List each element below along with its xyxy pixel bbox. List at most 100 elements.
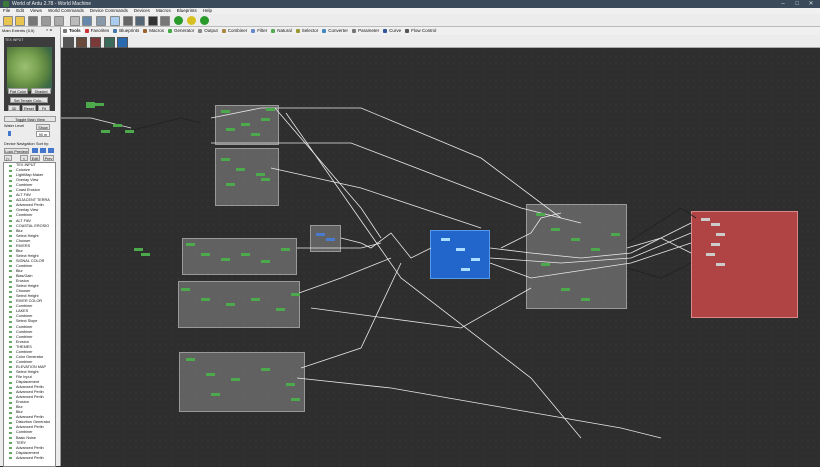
save-as-icon[interactable] bbox=[41, 16, 51, 26]
device-node[interactable] bbox=[261, 368, 270, 371]
device-tool-icon-5[interactable] bbox=[117, 37, 128, 48]
device-node[interactable] bbox=[541, 263, 550, 266]
device-node[interactable] bbox=[251, 133, 260, 136]
device-node[interactable] bbox=[261, 118, 270, 121]
set-terrain-button[interactable]: Set Terrain Colo... bbox=[10, 97, 48, 103]
lock-preview-button[interactable]: Lock Preview bbox=[4, 148, 29, 154]
tab-favorites[interactable]: Favorites bbox=[83, 27, 112, 35]
list-item[interactable]: Advanced Perlin bbox=[4, 456, 55, 461]
device-node[interactable] bbox=[236, 168, 245, 171]
device-node[interactable] bbox=[716, 263, 725, 266]
device-node[interactable] bbox=[181, 288, 190, 291]
render-icon[interactable] bbox=[148, 16, 158, 26]
tab-tools[interactable]: Tools bbox=[61, 27, 83, 35]
device-node[interactable] bbox=[251, 298, 260, 301]
close-icon[interactable]: ✕ bbox=[804, 0, 818, 8]
tab-macros[interactable]: Macros bbox=[141, 27, 166, 35]
device-node[interactable] bbox=[226, 128, 235, 131]
device-node[interactable] bbox=[291, 293, 300, 296]
device-node[interactable] bbox=[101, 130, 110, 133]
tab-generator[interactable]: Generator bbox=[166, 27, 196, 35]
view-3d-button[interactable]: 3D bbox=[8, 105, 20, 111]
explorer-view-icon[interactable] bbox=[123, 16, 133, 26]
sort-icon-3[interactable] bbox=[48, 148, 54, 153]
water-slider[interactable] bbox=[8, 131, 11, 136]
sort-icon-1[interactable] bbox=[32, 148, 38, 153]
device-node[interactable] bbox=[551, 228, 560, 231]
nav-edit-button[interactable]: Edit bbox=[30, 155, 40, 161]
device-node[interactable] bbox=[134, 248, 143, 251]
build-green-icon[interactable] bbox=[174, 16, 183, 25]
tab-parameter[interactable]: Parameter bbox=[350, 27, 381, 35]
device-node[interactable] bbox=[536, 213, 545, 216]
device-node[interactable] bbox=[141, 253, 150, 256]
export-icon[interactable] bbox=[54, 16, 64, 26]
device-node[interactable] bbox=[716, 233, 725, 236]
device-node[interactable] bbox=[281, 248, 290, 251]
device-node[interactable] bbox=[711, 243, 720, 246]
device-node[interactable] bbox=[706, 253, 715, 256]
open-folder-icon[interactable] bbox=[15, 16, 25, 26]
tab-selector[interactable]: Selector bbox=[294, 27, 321, 35]
device-node[interactable] bbox=[201, 253, 210, 256]
water-value-field[interactable]: 90 m bbox=[36, 131, 50, 137]
device-node[interactable] bbox=[226, 183, 235, 186]
device-node[interactable] bbox=[261, 178, 270, 181]
device-node[interactable] bbox=[241, 123, 250, 126]
device-node[interactable] bbox=[221, 110, 230, 113]
device-node[interactable] bbox=[201, 298, 210, 301]
device-node[interactable] bbox=[86, 105, 95, 108]
maximize-icon[interactable]: □ bbox=[790, 0, 804, 8]
device-node[interactable] bbox=[266, 108, 275, 111]
tab-natural[interactable]: Natural bbox=[269, 27, 294, 35]
new-file-icon[interactable] bbox=[3, 16, 13, 26]
device-node[interactable] bbox=[701, 218, 710, 221]
device-tool-icon-1[interactable] bbox=[63, 37, 74, 48]
device-node[interactable] bbox=[241, 253, 250, 256]
device-node[interactable] bbox=[261, 260, 270, 263]
device-node[interactable] bbox=[561, 288, 570, 291]
build-full-icon[interactable] bbox=[200, 16, 209, 25]
device-node[interactable] bbox=[256, 173, 265, 176]
device-node[interactable] bbox=[206, 373, 215, 376]
world-settings-icon[interactable] bbox=[70, 16, 80, 26]
nav-first-button[interactable]: |< bbox=[4, 155, 12, 161]
device-node[interactable] bbox=[571, 238, 580, 241]
minimize-icon[interactable]: – bbox=[776, 0, 790, 8]
device-node[interactable] bbox=[291, 398, 300, 401]
device-node[interactable] bbox=[471, 258, 480, 261]
device-node[interactable] bbox=[456, 248, 465, 251]
device-tool-icon-2[interactable] bbox=[76, 37, 87, 48]
device-node[interactable] bbox=[711, 223, 720, 226]
device-node[interactable] bbox=[276, 308, 285, 311]
device-node[interactable] bbox=[591, 248, 600, 251]
shaded-button[interactable]: Shaded bbox=[31, 88, 51, 94]
device-tool-icon-3[interactable] bbox=[90, 37, 101, 48]
device-node[interactable] bbox=[86, 102, 95, 105]
device-node[interactable] bbox=[125, 130, 134, 133]
device-node[interactable] bbox=[286, 383, 295, 386]
device-node[interactable] bbox=[316, 233, 325, 236]
tab-output[interactable]: Output bbox=[196, 27, 220, 35]
tab-blueprints[interactable]: Blueprints bbox=[111, 27, 141, 35]
nav-prev2-button[interactable]: Prev bbox=[43, 155, 54, 161]
sort-icon-2[interactable] bbox=[40, 148, 46, 153]
save-icon[interactable] bbox=[28, 16, 38, 26]
tab-combiner[interactable]: Combiner bbox=[220, 27, 250, 35]
device-node[interactable] bbox=[211, 393, 220, 396]
tab-curve[interactable]: Curve bbox=[381, 27, 403, 35]
active-view-icon[interactable] bbox=[110, 16, 120, 26]
tab-converter[interactable]: Converter bbox=[320, 27, 350, 35]
device-node[interactable] bbox=[113, 124, 122, 127]
flat-color-button[interactable]: Flat Color bbox=[8, 88, 28, 94]
device-tool-icon-4[interactable] bbox=[104, 37, 115, 48]
device-node[interactable] bbox=[221, 258, 230, 261]
reset-button[interactable]: Reset bbox=[22, 105, 36, 111]
layout-view-icon[interactable] bbox=[82, 16, 92, 26]
device-node[interactable] bbox=[581, 298, 590, 301]
show-water-button[interactable]: Show bbox=[36, 124, 50, 130]
build-yellow-icon[interactable] bbox=[187, 16, 196, 25]
panel-close-icon[interactable]: × ◂ bbox=[46, 27, 51, 32]
device-node[interactable] bbox=[226, 303, 235, 306]
device-node[interactable] bbox=[186, 243, 195, 246]
